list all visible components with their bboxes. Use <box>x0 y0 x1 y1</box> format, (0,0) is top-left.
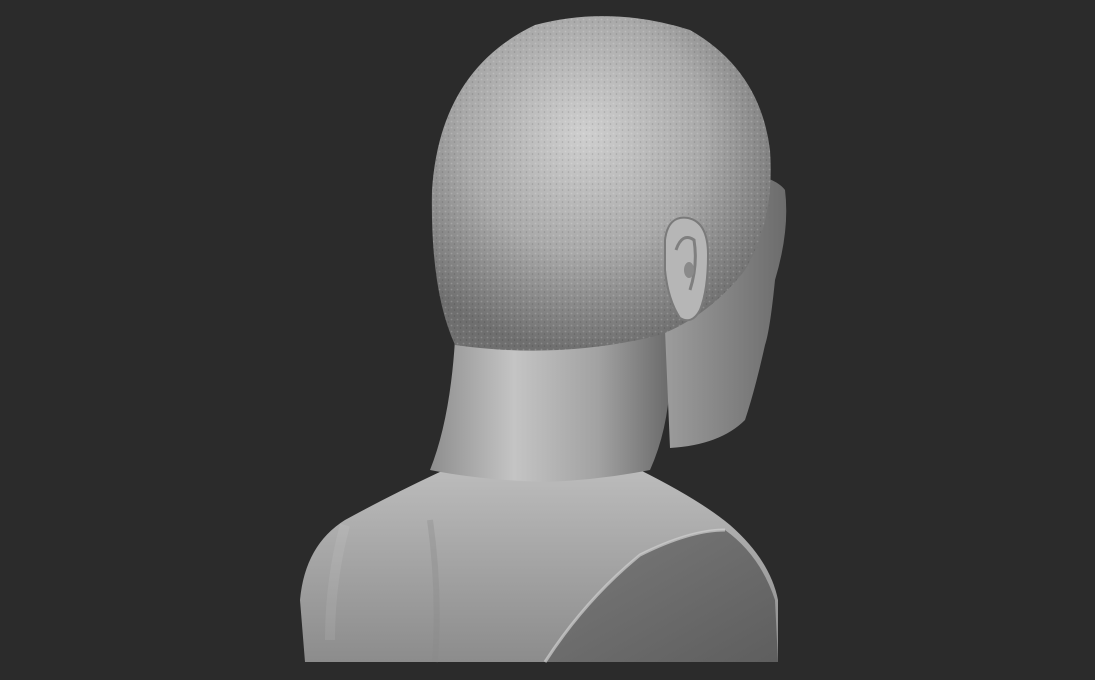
neck <box>430 330 670 482</box>
bust-render <box>300 16 787 663</box>
sculpt-viewport[interactable] <box>0 0 1095 680</box>
